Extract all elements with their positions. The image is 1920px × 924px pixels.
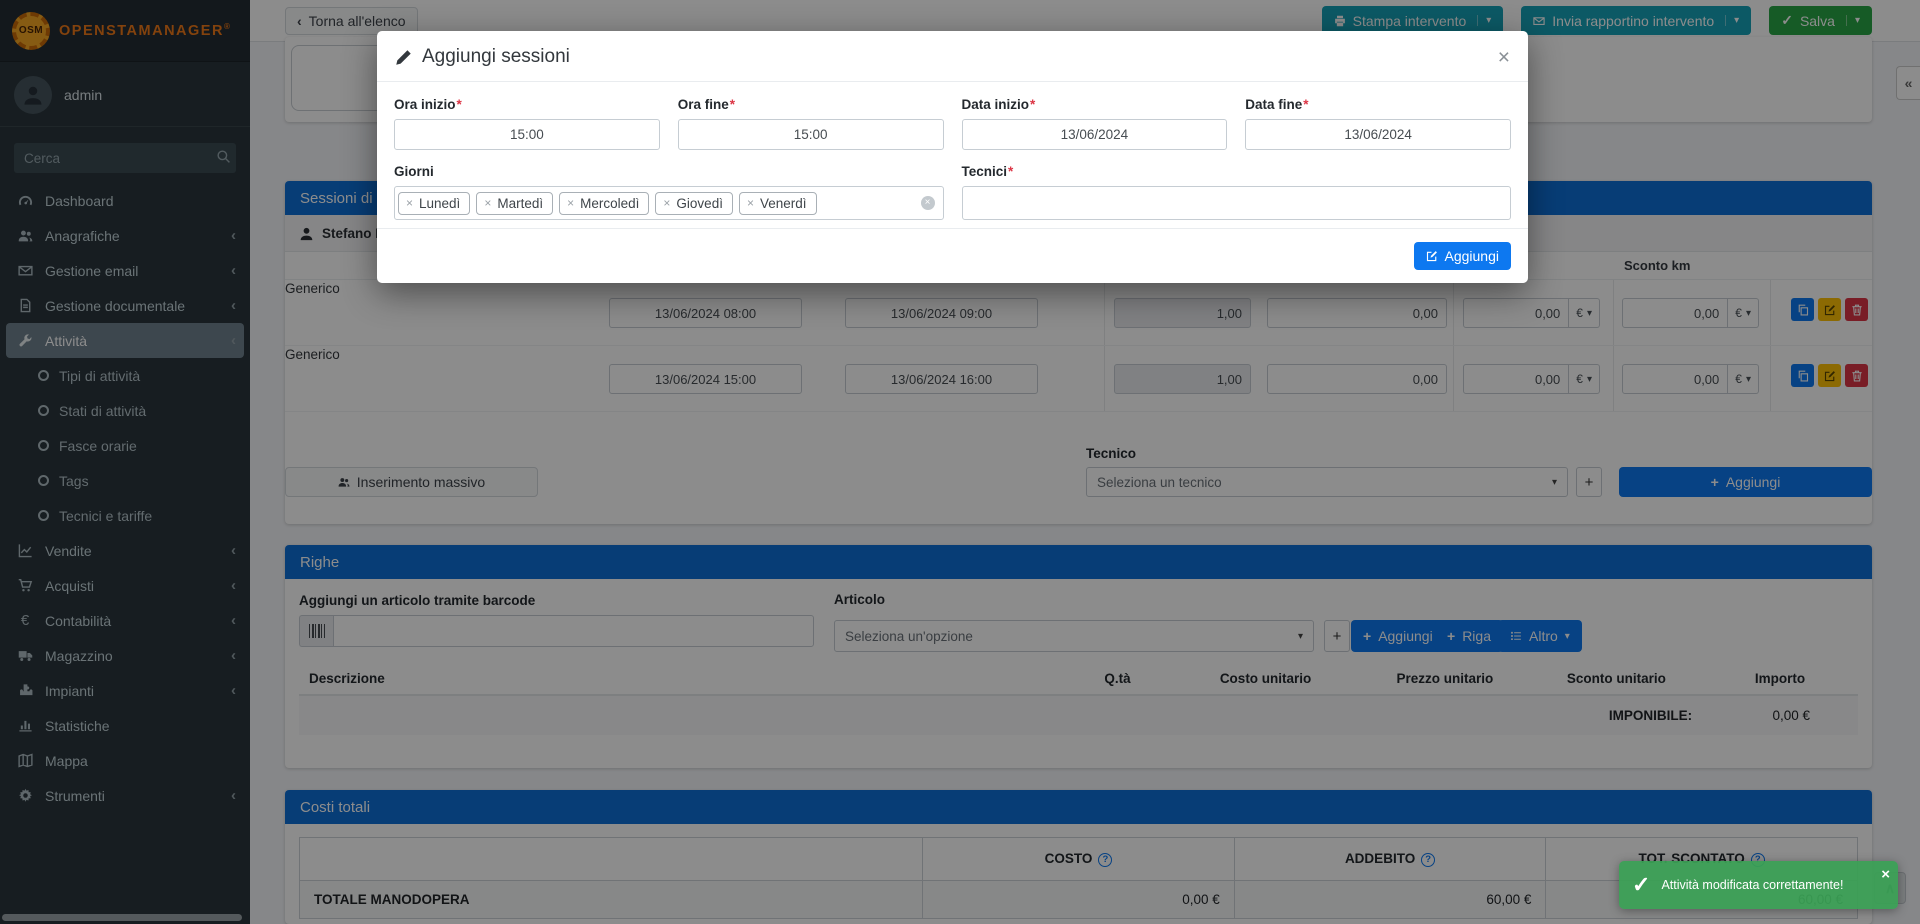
giorni-tag-select[interactable]: ×Lunedì ×Martedì ×Mercoledì ×Giovedì ×Ve… (394, 186, 944, 220)
remove-tag-icon[interactable]: × (406, 196, 413, 210)
day-tag: ×Venerdì (739, 192, 817, 215)
tecnici-field: Tecnici* (962, 164, 1512, 220)
day-tag: ×Giovedì (655, 192, 733, 215)
required-asterisk: * (730, 97, 735, 112)
edit-icon (1426, 250, 1438, 262)
day-tag: ×Lunedì (398, 192, 470, 215)
day-tag: ×Mercoledì (559, 192, 649, 215)
giorni-field: Giorni ×Lunedì ×Martedì ×Mercoledì ×Giov… (394, 164, 944, 220)
ora-inizio-field: Ora inizio* (394, 97, 660, 150)
close-modal-button[interactable]: × (1498, 47, 1510, 68)
pencil-icon (395, 49, 412, 66)
data-inizio-input[interactable] (962, 119, 1228, 150)
remove-tag-icon[interactable]: × (663, 196, 670, 210)
required-asterisk: * (457, 97, 462, 112)
required-asterisk: * (1008, 164, 1013, 179)
required-asterisk: * (1030, 97, 1035, 112)
toast-message: Attività modificata correttamente! (1661, 878, 1843, 892)
ora-fine-input[interactable] (678, 119, 944, 150)
data-fine-field: Data fine* (1245, 97, 1511, 150)
success-toast: ✓ Attività modificata correttamente! × (1619, 861, 1898, 909)
clear-all-tags-icon[interactable]: × (921, 196, 935, 210)
remove-tag-icon[interactable]: × (747, 196, 754, 210)
ora-fine-field: Ora fine* (678, 97, 944, 150)
add-sessions-modal: Aggiungi sessioni × Ora inizio* Ora fine… (377, 31, 1528, 283)
remove-tag-icon[interactable]: × (484, 196, 491, 210)
data-fine-input[interactable] (1245, 119, 1511, 150)
check-icon: ✓ (1632, 872, 1650, 898)
app-window: OSM OpenSTAManager® admin Dashboard Anag… (0, 0, 1920, 924)
tecnici-select[interactable] (962, 186, 1512, 220)
ora-inizio-input[interactable] (394, 119, 660, 150)
day-tag: ×Martedì (476, 192, 553, 215)
modal-submit-button[interactable]: Aggiungi (1414, 242, 1512, 270)
required-asterisk: * (1303, 97, 1308, 112)
close-toast-button[interactable]: × (1881, 866, 1890, 883)
data-inizio-field: Data inizio* (962, 97, 1228, 150)
remove-tag-icon[interactable]: × (567, 196, 574, 210)
modal-title: Aggiungi sessioni (395, 46, 570, 68)
